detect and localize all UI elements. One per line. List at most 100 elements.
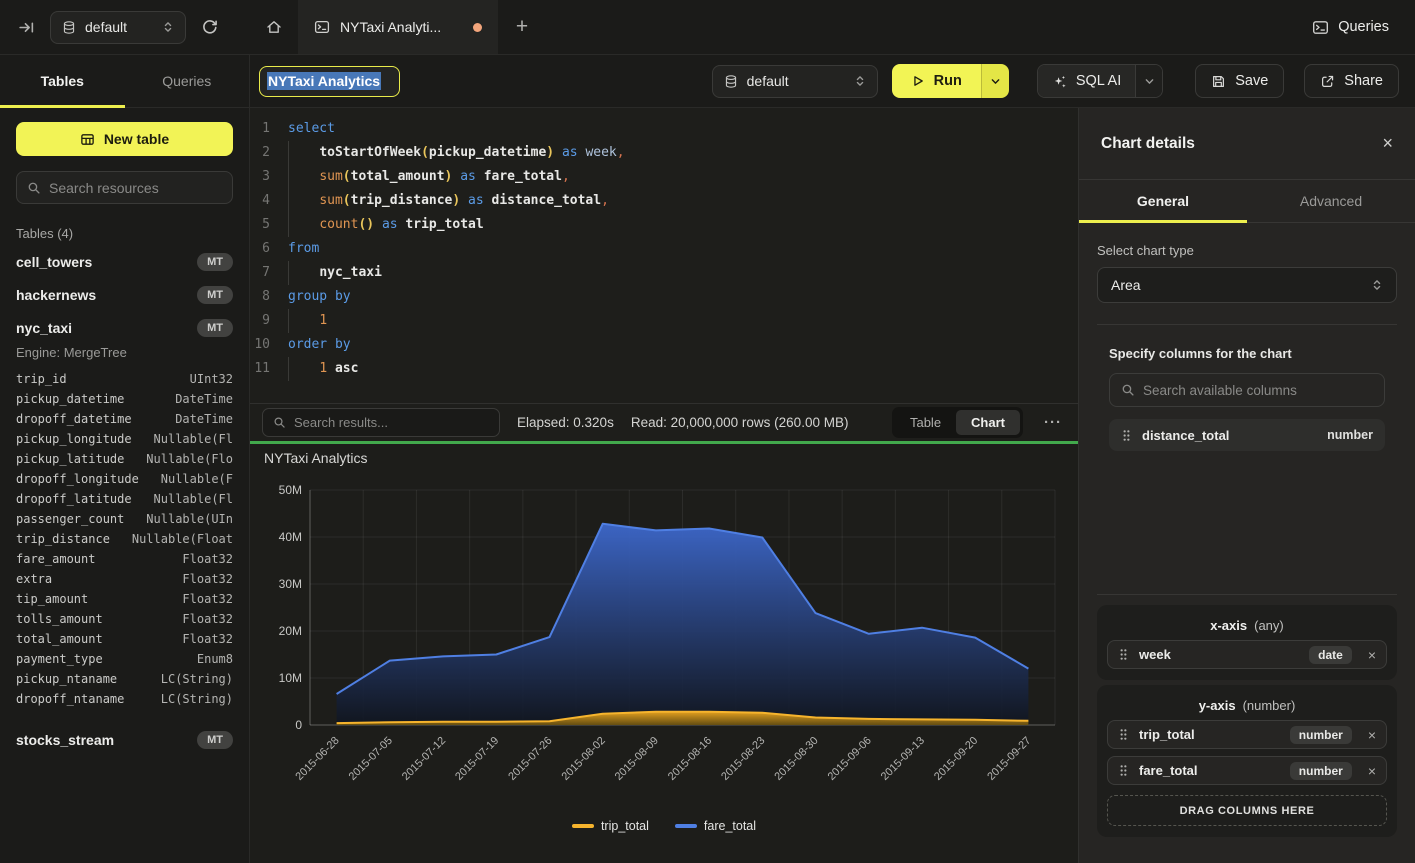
available-column-distance-total[interactable]: distance_total number [1109, 419, 1385, 451]
engine-badge: MT [197, 731, 233, 749]
queries-button[interactable]: Queries [1312, 0, 1415, 54]
results-search-input[interactable] [294, 415, 489, 430]
column-row[interactable]: fare_amountFloat32 [16, 549, 233, 569]
collapse-sidebar-icon[interactable] [18, 19, 35, 36]
sql-editor[interactable]: 1select2 toStartOfWeek(pickup_datetime) … [250, 108, 1078, 403]
svg-text:2015-07-12: 2015-07-12 [400, 735, 448, 783]
view-toggle-table[interactable]: Table [895, 410, 956, 435]
legend-item-trip-total[interactable]: trip_total [572, 819, 649, 833]
panel-title: Chart details [1101, 135, 1195, 153]
query-tab[interactable]: NYTaxi Analyti... [298, 0, 498, 54]
sidebar-search-input[interactable] [49, 180, 222, 196]
drag-handle-icon[interactable] [1118, 728, 1129, 741]
sidebar-tabs: Tables Queries [0, 55, 249, 108]
tab-general[interactable]: General [1079, 180, 1247, 222]
y-axis-item-trip-total[interactable]: trip_total number × [1107, 720, 1387, 749]
results-search[interactable] [262, 408, 500, 437]
columns-search[interactable] [1109, 373, 1385, 407]
columns-search-input[interactable] [1143, 383, 1373, 398]
svg-text:0: 0 [295, 718, 302, 732]
panel-header: Chart details × [1079, 108, 1415, 180]
run-button[interactable]: Run [892, 64, 981, 98]
column-row[interactable]: tip_amountFloat32 [16, 589, 233, 609]
search-icon [273, 416, 286, 429]
play-icon [911, 74, 925, 88]
column-row[interactable]: trip_idUInt32 [16, 369, 233, 389]
svg-text:2015-08-23: 2015-08-23 [719, 735, 767, 783]
remove-column-icon[interactable]: × [1368, 727, 1376, 743]
column-row[interactable]: pickup_longitudeNullable(Fl [16, 429, 233, 449]
run-database-selector[interactable]: default [712, 65, 878, 98]
table-name: hackernews [16, 287, 96, 303]
column-row[interactable]: extraFloat32 [16, 569, 233, 589]
legend-item-fare-total[interactable]: fare_total [675, 819, 756, 833]
svg-text:2015-07-26: 2015-07-26 [506, 735, 554, 783]
column-row[interactable]: pickup_datetimeDateTime [16, 389, 233, 409]
chart-area: NYTaxi Analytics 010M20M30M40M50M2015-06… [250, 444, 1078, 863]
column-row[interactable]: dropoff_ntanameLC(String) [16, 689, 233, 709]
elapsed-stat: Elapsed: 0.320s [517, 415, 614, 430]
svg-text:2015-08-09: 2015-08-09 [613, 735, 661, 783]
y-axis-item-fare-total[interactable]: fare_total number × [1107, 756, 1387, 785]
chart-type-select[interactable]: Area [1097, 267, 1397, 303]
view-toggle-chart[interactable]: Chart [956, 410, 1020, 435]
tab-advanced[interactable]: Advanced [1247, 180, 1415, 222]
panel-tabs: General Advanced [1079, 180, 1415, 223]
panel-body: Select chart type Area Specify columns f… [1079, 223, 1415, 863]
column-row[interactable]: trip_distanceNullable(Float [16, 529, 233, 549]
new-table-label: New table [104, 131, 169, 147]
sidebar-item-nyc-taxi[interactable]: nyc_taxi MT [16, 311, 233, 344]
more-options-button[interactable]: ··· [1044, 414, 1062, 431]
run-options-button[interactable] [981, 64, 1009, 98]
drag-handle-icon[interactable] [1118, 648, 1129, 661]
column-row[interactable]: dropoff_latitudeNullable(Fl [16, 489, 233, 509]
database-selector-value: default [85, 19, 127, 35]
area-chart: 010M20M30M40M50M2015-06-282015-07-052015… [250, 444, 1078, 863]
sql-ai-options-button[interactable] [1135, 65, 1162, 97]
x-axis-header: x-axis(any) [1107, 614, 1387, 640]
column-row[interactable]: pickup_latitudeNullable(Flo [16, 449, 233, 469]
refresh-icon[interactable] [201, 19, 218, 36]
sidebar-tab-queries[interactable]: Queries [125, 55, 250, 107]
column-name: fare_total [1139, 763, 1198, 778]
x-axis-card: x-axis(any) week date × [1097, 605, 1397, 680]
engine-badge: MT [197, 253, 233, 271]
y-axis-hint: (number) [1243, 698, 1296, 713]
top-bar-left: default [0, 0, 250, 54]
database-selector[interactable]: default [50, 11, 186, 44]
new-tab-button[interactable]: + [498, 0, 546, 54]
svg-text:10M: 10M [279, 671, 302, 685]
drag-handle-icon[interactable] [1118, 764, 1129, 777]
svg-text:2015-08-16: 2015-08-16 [666, 735, 714, 783]
remove-column-icon[interactable]: × [1368, 763, 1376, 779]
sidebar-body: New table Tables (4) cell_towers MT hack… [0, 108, 249, 863]
home-icon [265, 18, 283, 36]
remove-column-icon[interactable]: × [1368, 647, 1376, 663]
sql-ai-button[interactable]: SQL AI [1038, 65, 1135, 97]
column-row[interactable]: total_amountFloat32 [16, 629, 233, 649]
chevron-down-icon [990, 76, 1001, 87]
sidebar-search[interactable] [16, 171, 233, 204]
column-row[interactable]: dropoff_longitudeNullable(F [16, 469, 233, 489]
column-row[interactable]: pickup_ntanameLC(String) [16, 669, 233, 689]
drop-zone[interactable]: DRAG COLUMNS HERE [1107, 795, 1387, 826]
sidebar-item-stocks-stream[interactable]: stocks_stream MT [16, 723, 233, 756]
database-icon [62, 20, 76, 35]
sidebar-tab-tables[interactable]: Tables [0, 55, 125, 107]
share-button[interactable]: Share [1304, 64, 1399, 98]
query-title-input[interactable]: NYTaxi Analytics [259, 66, 400, 97]
close-icon[interactable]: × [1382, 133, 1393, 154]
new-table-button[interactable]: New table [16, 122, 233, 156]
column-row[interactable]: dropoff_datetimeDateTime [16, 409, 233, 429]
database-icon [724, 74, 738, 89]
column-row[interactable]: payment_typeEnum8 [16, 649, 233, 669]
sidebar-item-cell-towers[interactable]: cell_towers MT [16, 245, 233, 278]
column-row[interactable]: tolls_amountFloat32 [16, 609, 233, 629]
save-button[interactable]: Save [1195, 64, 1284, 98]
home-button[interactable] [250, 0, 298, 54]
x-axis-item-week[interactable]: week date × [1107, 640, 1387, 669]
column-row[interactable]: passenger_countNullable(UIn [16, 509, 233, 529]
sidebar-item-hackernews[interactable]: hackernews MT [16, 278, 233, 311]
svg-text:2015-07-19: 2015-07-19 [453, 735, 501, 783]
drag-handle-icon[interactable] [1121, 429, 1132, 442]
